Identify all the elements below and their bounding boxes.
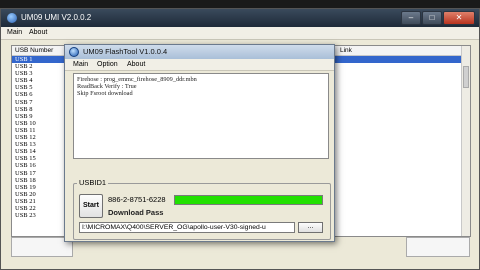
table-row[interactable]: USB 22: [12, 205, 72, 212]
table-row[interactable]: USB 9: [12, 113, 72, 120]
usbid-group-label: USBID1: [77, 178, 109, 187]
progress-fill: [175, 196, 322, 204]
device-id: 886-2-8751-6228: [108, 195, 166, 204]
bottom-panel-right: [406, 237, 470, 257]
table-row[interactable]: USB 5: [12, 84, 72, 91]
table-scrollbar[interactable]: [461, 46, 470, 236]
status-text: Download Pass: [108, 208, 164, 217]
table-row[interactable]: USB 21: [12, 198, 72, 205]
table-row[interactable]: USB 10: [12, 120, 72, 127]
table-row[interactable]: USB 16: [12, 162, 72, 169]
menu-main[interactable]: Main: [7, 29, 22, 36]
log-line: ReadBack Verify : True: [77, 83, 137, 90]
minimize-button[interactable]: –: [401, 11, 421, 25]
flashtool-window: UM09 FlashTool V1.0.0.4 Main Option Abou…: [64, 44, 335, 242]
scrollbar-thumb[interactable]: [463, 66, 469, 88]
flashtool-app-icon: [69, 47, 79, 57]
close-button[interactable]: ✕: [443, 11, 475, 25]
menu-option[interactable]: Option: [97, 61, 118, 68]
menu-main[interactable]: Main: [73, 61, 88, 68]
table-row[interactable]: USB 23: [12, 212, 72, 219]
start-button[interactable]: Start: [79, 194, 103, 218]
column-link[interactable]: Link: [340, 47, 352, 54]
table-row[interactable]: USB 4: [12, 77, 72, 84]
log-output: Firehose : prog_emmc_firehose_8909_ddr.m…: [73, 73, 329, 159]
table-row[interactable]: USB 6: [12, 91, 72, 98]
main-window-controls: – □ ✕: [401, 11, 475, 25]
maximize-button[interactable]: □: [422, 11, 442, 25]
table-row[interactable]: USB 14: [12, 148, 72, 155]
app-icon: [7, 13, 17, 23]
main-menubar: Main About: [1, 27, 479, 40]
table-row[interactable]: USB 8: [12, 106, 72, 113]
usb-rows: USB 1 USB 2 USB 3 USB 4 USB 5 USB 6 USB 7 USB 8…: [12, 56, 72, 219]
menu-about[interactable]: About: [29, 29, 47, 36]
flashtool-menubar: Main Option About: [65, 59, 334, 71]
flashtool-title: UM09 FlashTool V1.0.0.4: [83, 47, 168, 56]
main-title: UM09 UMI V2.0.0.2: [21, 13, 92, 22]
flashtool-titlebar[interactable]: UM09 FlashTool V1.0.0.4: [65, 45, 334, 59]
table-row[interactable]: USB 17: [12, 170, 72, 177]
log-line: Firehose : prog_emmc_firehose_8909_ddr.m…: [77, 76, 197, 83]
table-row[interactable]: USB 3: [12, 70, 72, 77]
progress-bar: [174, 195, 323, 205]
table-row[interactable]: USB 15: [12, 155, 72, 162]
table-row[interactable]: USB 12: [12, 134, 72, 141]
table-row[interactable]: USB 1: [12, 56, 72, 64]
table-row[interactable]: USB 13: [12, 141, 72, 148]
table-row[interactable]: USB 2: [12, 63, 72, 70]
main-titlebar[interactable]: UM09 UMI V2.0.0.2 – □ ✕: [1, 9, 479, 27]
menu-about[interactable]: About: [127, 61, 145, 68]
browse-button[interactable]: ...: [298, 222, 323, 233]
table-row[interactable]: USB 20: [12, 191, 72, 198]
log-line: Skip Fsroot download: [77, 90, 133, 97]
table-row[interactable]: USB 7: [12, 99, 72, 106]
column-usb-number[interactable]: USB Number: [15, 47, 53, 54]
table-row[interactable]: USB 18: [12, 177, 72, 184]
firmware-path-input[interactable]: I:\MICROMAX\Q400\SERVER_OG\apollo-user-V…: [79, 222, 295, 233]
table-row[interactable]: USB 19: [12, 184, 72, 191]
table-row[interactable]: USB 11: [12, 127, 72, 134]
